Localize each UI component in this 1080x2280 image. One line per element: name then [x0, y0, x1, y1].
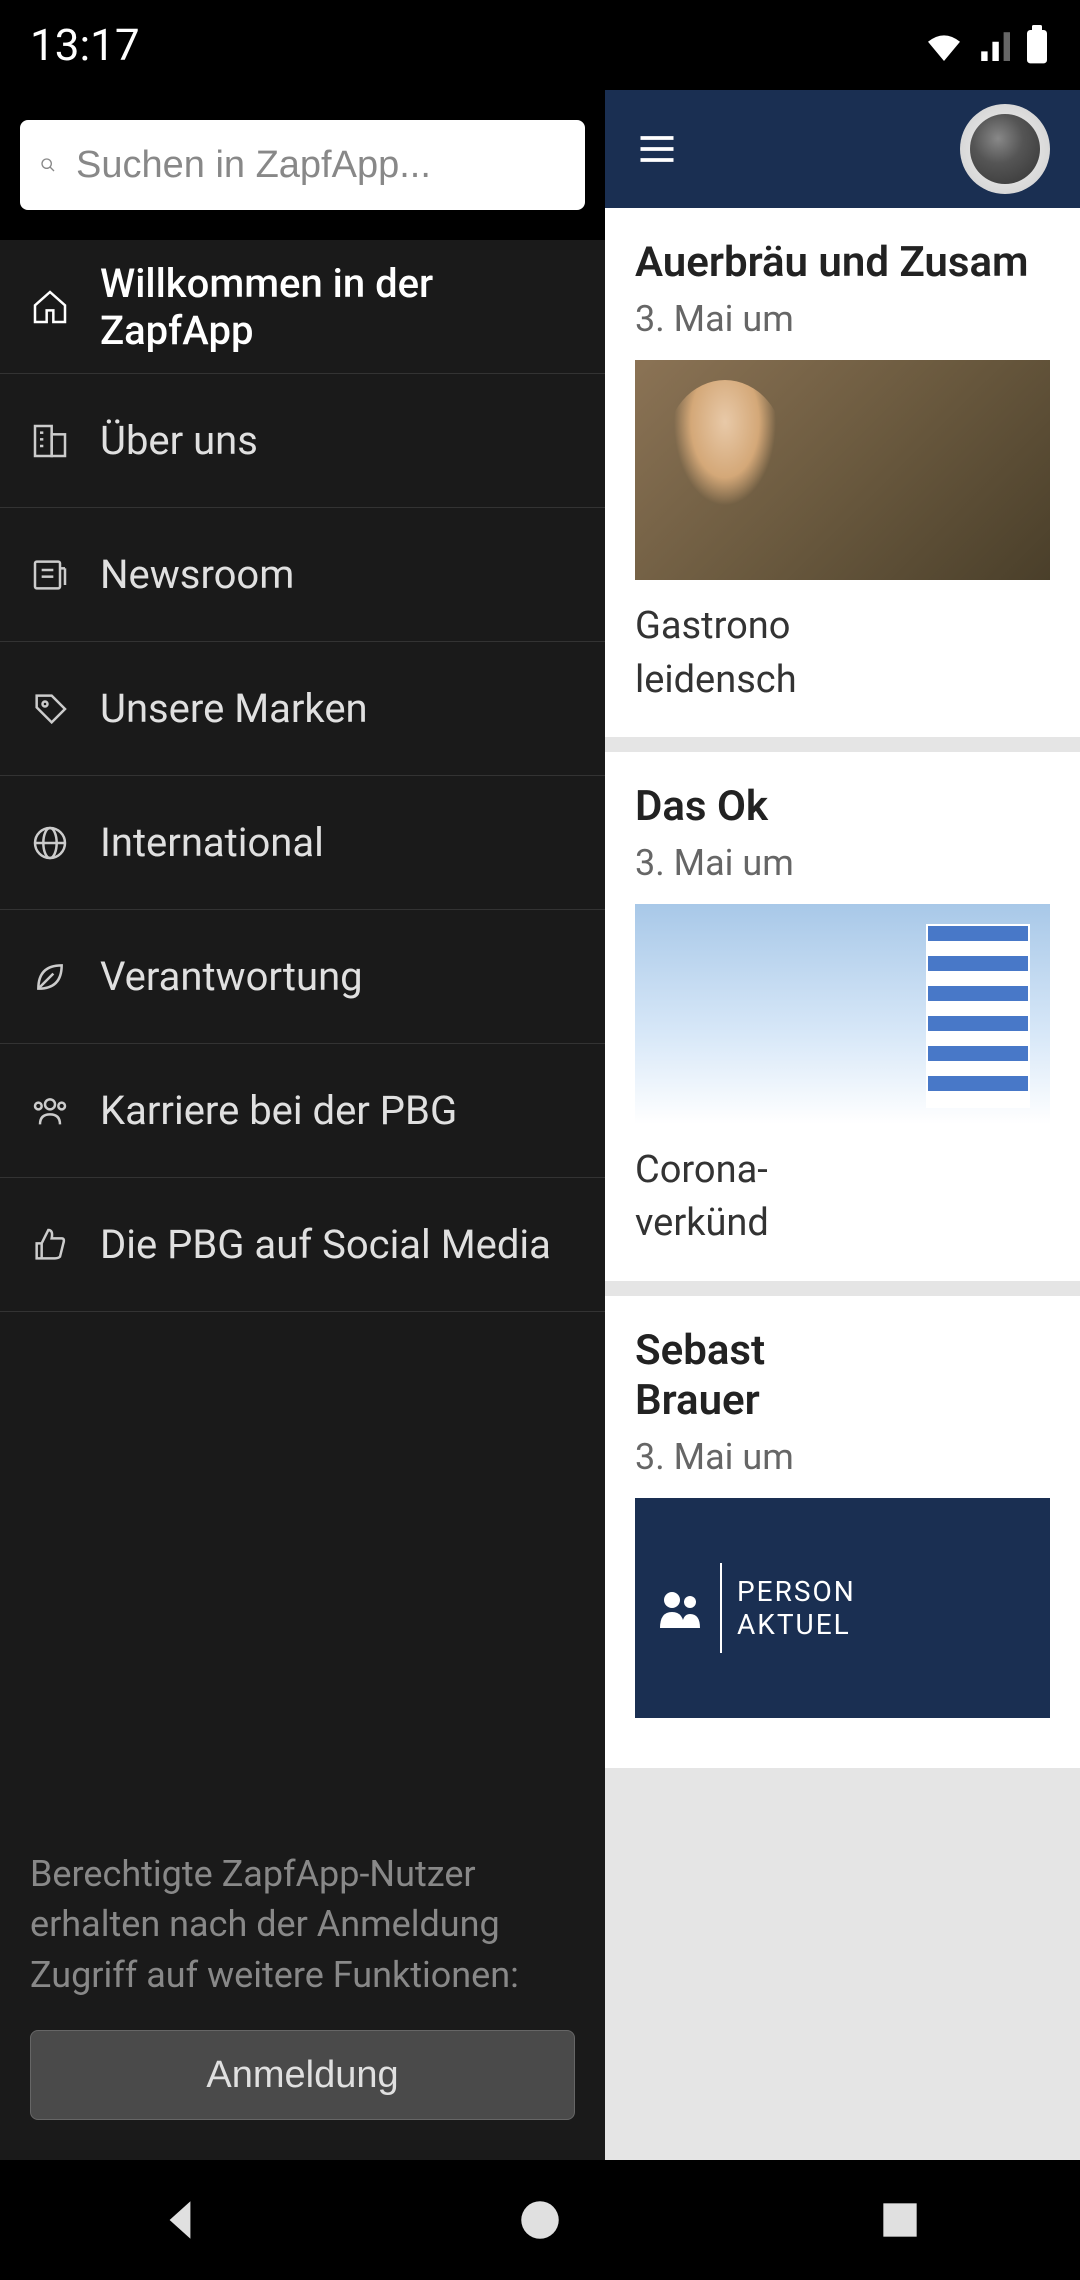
- login-section: Berechtigte ZapfApp-Nutzer erhalten nach…: [0, 1809, 605, 2160]
- people-badge-icon: [655, 1588, 705, 1628]
- nav-item-welcome[interactable]: Willkommen in der ZapfApp: [0, 240, 605, 374]
- nav-label: International: [100, 819, 324, 866]
- nav-label: Newsroom: [100, 551, 294, 598]
- nav-item-responsibility[interactable]: Verantwortung: [0, 910, 605, 1044]
- news-icon: [30, 555, 70, 595]
- signal-icon: [976, 29, 1012, 61]
- search-input[interactable]: [76, 144, 565, 187]
- nav-item-social[interactable]: Die PBG auf Social Media: [0, 1178, 605, 1312]
- status-time: 13:17: [30, 19, 140, 71]
- nav-item-careers[interactable]: Karriere bei der PBG: [0, 1044, 605, 1178]
- home-icon: [30, 287, 70, 327]
- recent-button[interactable]: [875, 2195, 925, 2245]
- nav-label: Die PBG auf Social Media: [100, 1221, 551, 1268]
- article-summary: Gastrono leidensch: [635, 600, 1050, 706]
- tag-icon: [30, 689, 70, 729]
- article-date: 3. Mai um: [635, 298, 1050, 340]
- back-button[interactable]: [155, 2195, 205, 2245]
- battery-icon: [1024, 25, 1050, 65]
- article-date: 3. Mai um: [635, 842, 1050, 884]
- article-image: PERSON AKTUEL: [635, 1498, 1050, 1718]
- article-card[interactable]: Sebast Brauer 3. Mai um PERSON AKTUEL: [605, 1296, 1080, 1769]
- login-hint: Berechtigte ZapfApp-Nutzer erhalten nach…: [30, 1849, 575, 2000]
- article-card[interactable]: Auerbräu und Zusam 3. Mai um Gastrono le…: [605, 208, 1080, 737]
- nav-item-international[interactable]: International: [0, 776, 605, 910]
- hamburger-icon[interactable]: [635, 127, 679, 171]
- status-icons: [924, 25, 1050, 65]
- article-card[interactable]: Das Ok 3. Mai um Corona- verkünd: [605, 752, 1080, 1281]
- thumbsup-icon: [30, 1225, 70, 1265]
- building-icon: [30, 421, 70, 461]
- search-icon: [40, 147, 56, 183]
- article-summary: Corona- verkünd: [635, 1144, 1050, 1250]
- sidebar: Willkommen in der ZapfApp Über uns Newsr…: [0, 90, 605, 2160]
- nav-label: Unsere Marken: [100, 685, 368, 732]
- home-button[interactable]: [515, 2195, 565, 2245]
- nav-item-about[interactable]: Über uns: [0, 374, 605, 508]
- nav-label: Verantwortung: [100, 953, 363, 1000]
- nav-label: Über uns: [100, 417, 258, 464]
- nav-label: Karriere bei der PBG: [100, 1087, 457, 1134]
- nav-list: Willkommen in der ZapfApp Über uns Newsr…: [0, 240, 605, 1809]
- system-nav: [0, 2160, 1080, 2280]
- article-title: Auerbräu und Zusam: [635, 238, 1050, 288]
- login-button[interactable]: Anmeldung: [30, 2030, 575, 2120]
- article-image: [635, 904, 1050, 1124]
- nav-item-brands[interactable]: Unsere Marken: [0, 642, 605, 776]
- article-date: 3. Mai um: [635, 1436, 1050, 1478]
- app-logo: [960, 104, 1050, 194]
- nav-label: Willkommen in der ZapfApp: [100, 260, 575, 354]
- article-title: Das Ok: [635, 782, 1050, 832]
- globe-icon: [30, 823, 70, 863]
- content-panel: Auerbräu und Zusam 3. Mai um Gastrono le…: [605, 90, 1080, 2160]
- people-icon: [30, 1091, 70, 1131]
- status-bar: 13:17: [0, 0, 1080, 90]
- leaf-icon: [30, 957, 70, 997]
- article-title: Sebast Brauer: [635, 1326, 1050, 1427]
- wifi-icon: [924, 29, 964, 61]
- article-image: [635, 360, 1050, 580]
- content-header: [605, 90, 1080, 208]
- nav-item-newsroom[interactable]: Newsroom: [0, 508, 605, 642]
- search-box[interactable]: [20, 120, 585, 210]
